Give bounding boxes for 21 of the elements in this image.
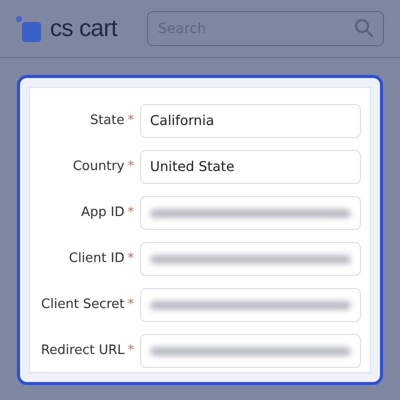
- field-label: Redirect URL: [40, 343, 124, 358]
- input-field[interactable]: [140, 196, 361, 230]
- search-icon[interactable]: [354, 18, 374, 38]
- required-mark: *: [128, 205, 134, 220]
- field-label: App ID: [81, 205, 124, 220]
- logo-text: cs cart: [50, 16, 118, 40]
- input-field[interactable]: [140, 242, 361, 276]
- input-field[interactable]: United State: [140, 150, 361, 184]
- required-mark: *: [128, 113, 134, 128]
- logo-icon: [16, 16, 42, 42]
- field-label: Client ID: [68, 251, 124, 266]
- field-label: Client Secret: [41, 297, 124, 312]
- input-field[interactable]: California: [140, 104, 361, 138]
- required-mark: *: [128, 297, 134, 312]
- required-mark: *: [128, 159, 134, 174]
- input-field[interactable]: [140, 334, 361, 368]
- input-field[interactable]: [140, 288, 361, 322]
- required-mark: *: [128, 343, 134, 358]
- required-mark: *: [128, 251, 134, 266]
- field-label: State: [90, 113, 124, 128]
- field-label: Country: [72, 159, 124, 174]
